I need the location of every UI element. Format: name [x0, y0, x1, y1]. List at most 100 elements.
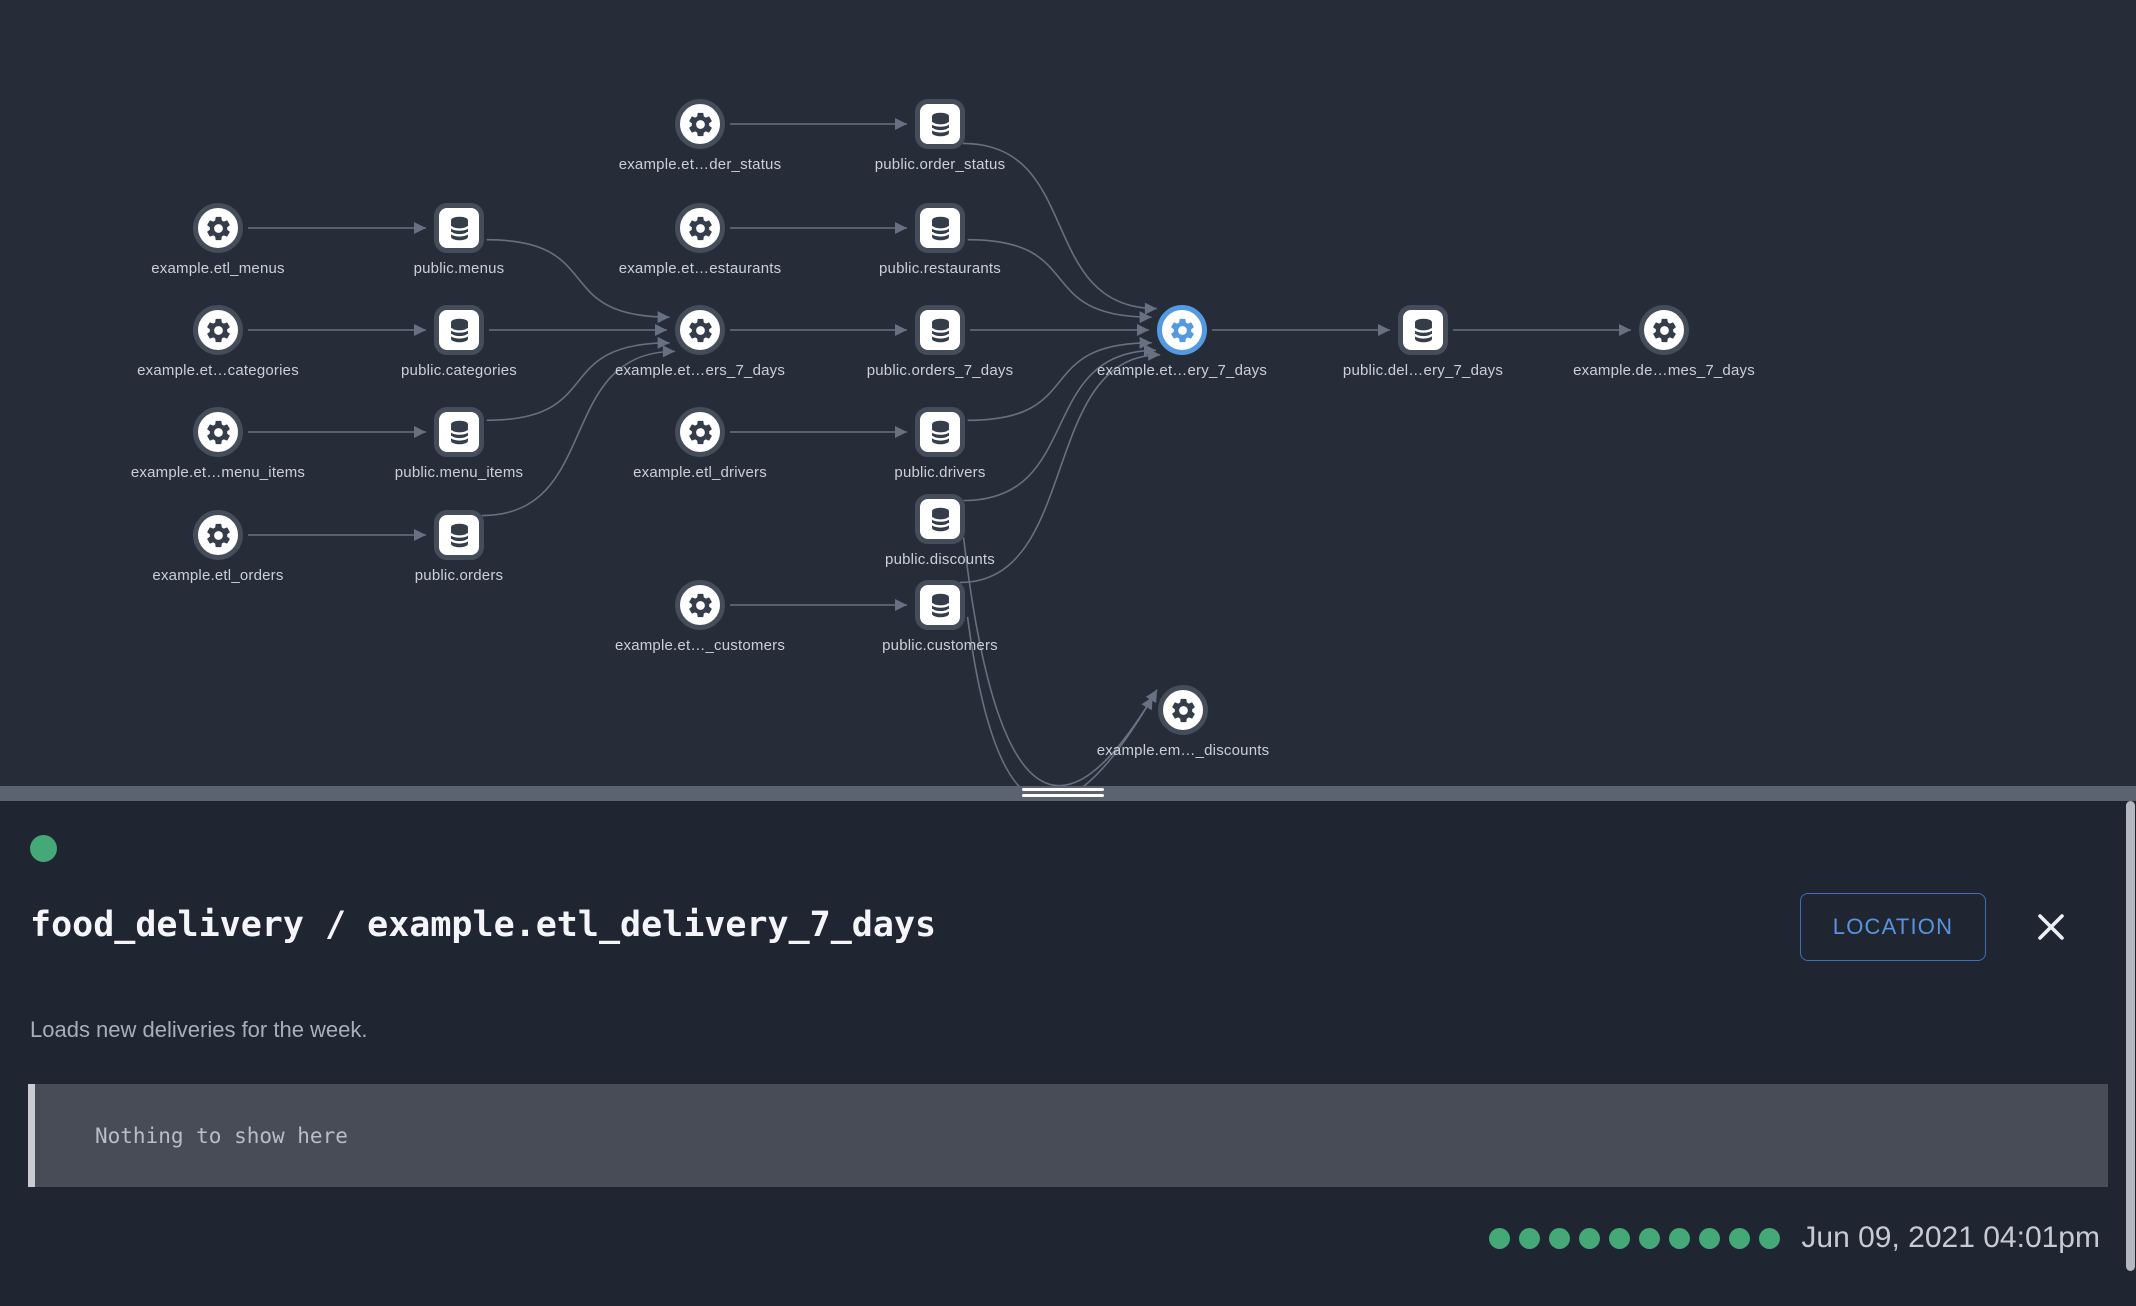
- panel-splitter[interactable]: [0, 786, 2136, 801]
- gear-icon: [686, 316, 715, 345]
- node-label: example.etl_orders: [152, 567, 283, 584]
- gear-icon: [1168, 316, 1197, 345]
- database-icon: [926, 505, 955, 534]
- database-icon: [926, 110, 955, 139]
- graph-edge: [960, 355, 1160, 583]
- table-node[interactable]: public.discounts: [915, 494, 965, 544]
- op-node[interactable]: example.et…categories: [193, 305, 243, 355]
- graph-edge: [968, 240, 1152, 318]
- node-label: public.customers: [882, 637, 998, 654]
- op-node[interactable]: example.etl_drivers: [675, 407, 725, 457]
- database-icon: [445, 418, 474, 447]
- node-label: example.etl_drivers: [633, 464, 767, 481]
- scrollbar[interactable]: [2126, 801, 2135, 1271]
- node-label: public.orders_7_days: [867, 362, 1014, 379]
- empty-state: Nothing to show here: [28, 1084, 2108, 1187]
- node-label: example.etl_menus: [151, 260, 284, 277]
- table-node[interactable]: public.menus: [434, 203, 484, 253]
- database-icon: [926, 214, 955, 243]
- database-icon: [926, 418, 955, 447]
- run-status-dot[interactable]: [1729, 1228, 1750, 1249]
- run-status-dot[interactable]: [1549, 1228, 1570, 1249]
- run-status-dot[interactable]: [1519, 1228, 1540, 1249]
- table-node[interactable]: public.drivers: [915, 407, 965, 457]
- op-node[interactable]: example.et…_customers: [675, 580, 725, 630]
- table-node[interactable]: public.customers: [915, 580, 965, 630]
- table-node[interactable]: public.restaurants: [915, 203, 965, 253]
- node-label: example.et…menu_items: [131, 464, 305, 481]
- op-node[interactable]: example.et…menu_items: [193, 407, 243, 457]
- gear-icon: [204, 214, 233, 243]
- table-node[interactable]: public.del…ery_7_days: [1398, 305, 1448, 355]
- asset-description: Loads new deliveries for the week.: [30, 1017, 368, 1043]
- node-label: public.drivers: [894, 464, 985, 481]
- node-label: public.menu_items: [395, 464, 523, 481]
- timestamp: Jun 09, 2021 04:01pm: [1801, 1221, 2100, 1255]
- node-label: public.del…ery_7_days: [1343, 362, 1503, 379]
- op-node[interactable]: example.et…der_status: [675, 99, 725, 149]
- node-label: public.menus: [414, 260, 505, 277]
- gear-icon: [686, 591, 715, 620]
- op-node[interactable]: example.de…mes_7_days: [1639, 305, 1689, 355]
- table-node[interactable]: public.orders: [434, 510, 484, 560]
- run-status-dot[interactable]: [1609, 1228, 1630, 1249]
- location-button[interactable]: LOCATION: [1800, 893, 1986, 961]
- close-button[interactable]: [2030, 906, 2072, 948]
- node-label: example.de…mes_7_days: [1573, 362, 1755, 379]
- node-label: example.et…ery_7_days: [1097, 362, 1267, 379]
- run-status-dot[interactable]: [1669, 1228, 1690, 1249]
- gear-icon: [686, 214, 715, 243]
- op-node[interactable]: example.etl_orders: [193, 510, 243, 560]
- gear-icon: [204, 316, 233, 345]
- graph-edge: [487, 343, 670, 420]
- node-label: public.restaurants: [879, 260, 1001, 277]
- node-label: example.et…_customers: [615, 637, 785, 654]
- graph-edges: [0, 0, 2136, 786]
- table-node[interactable]: public.order_status: [915, 99, 965, 149]
- splitter-handle[interactable]: [1022, 788, 1104, 797]
- node-label: example.et…estaurants: [619, 260, 782, 277]
- run-history: Jun 09, 2021 04:01pm: [1489, 1221, 2100, 1255]
- detail-panel: food_delivery / example.etl_delivery_7_d…: [0, 801, 2136, 1306]
- op-node[interactable]: example.et…ery_7_days: [1157, 305, 1207, 355]
- run-status-dot[interactable]: [1489, 1228, 1510, 1249]
- gear-icon: [686, 110, 715, 139]
- node-label: example.et…der_status: [619, 156, 782, 173]
- op-node[interactable]: example.et…ers_7_days: [675, 305, 725, 355]
- gear-icon: [204, 521, 233, 550]
- table-node[interactable]: public.orders_7_days: [915, 305, 965, 355]
- gear-icon: [686, 418, 715, 447]
- panel-title: food_delivery / example.etl_delivery_7_d…: [30, 905, 936, 945]
- database-icon: [445, 214, 474, 243]
- asset-graph[interactable]: example.et…der_status public.order_status…: [0, 0, 2136, 786]
- gear-icon: [1169, 696, 1198, 725]
- status-dot: [30, 835, 57, 862]
- node-label: public.categories: [401, 362, 517, 379]
- close-icon: [2034, 910, 2068, 944]
- database-icon: [445, 521, 474, 550]
- run-status-dot[interactable]: [1579, 1228, 1600, 1249]
- op-node[interactable]: example.et…estaurants: [675, 203, 725, 253]
- node-label: example.et…ers_7_days: [615, 362, 785, 379]
- node-label: public.orders: [415, 567, 503, 584]
- database-icon: [445, 316, 474, 345]
- op-node[interactable]: example.em…_discounts: [1158, 685, 1208, 735]
- graph-edge: [487, 240, 670, 317]
- run-status-dot[interactable]: [1639, 1228, 1660, 1249]
- database-icon: [926, 316, 955, 345]
- run-status-dot[interactable]: [1699, 1228, 1720, 1249]
- node-label: example.et…categories: [137, 362, 299, 379]
- empty-state-message: Nothing to show here: [95, 1124, 348, 1148]
- op-node[interactable]: example.etl_menus: [193, 203, 243, 253]
- database-icon: [926, 591, 955, 620]
- run-dots: [1489, 1228, 1780, 1249]
- node-label: example.em…_discounts: [1097, 742, 1270, 759]
- gear-icon: [204, 418, 233, 447]
- table-node[interactable]: public.categories: [434, 305, 484, 355]
- gear-icon: [1650, 316, 1679, 345]
- run-status-dot[interactable]: [1759, 1228, 1780, 1249]
- database-icon: [1409, 316, 1438, 345]
- table-node[interactable]: public.menu_items: [434, 407, 484, 457]
- node-label: public.discounts: [885, 551, 995, 568]
- node-label: public.order_status: [875, 156, 1006, 173]
